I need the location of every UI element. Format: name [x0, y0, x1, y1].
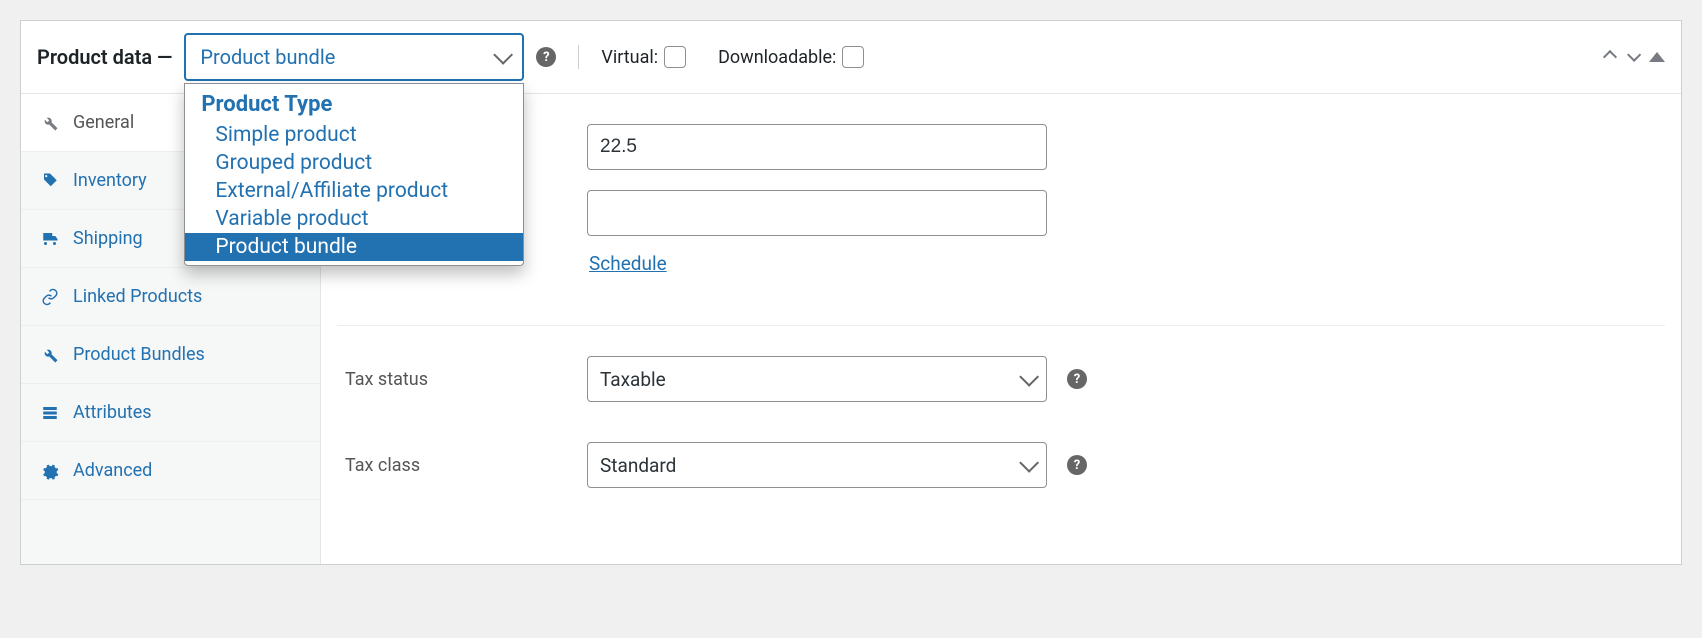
- tax-status-value: Taxable: [600, 368, 666, 391]
- downloadable-checkbox[interactable]: [842, 46, 864, 68]
- panel-header: Product data — Product bundle Product Ty…: [21, 21, 1681, 94]
- link-icon: [41, 288, 59, 306]
- schedule-link[interactable]: Schedule: [589, 252, 667, 275]
- collapse-toggle-icon[interactable]: [1649, 52, 1665, 62]
- chevron-down-icon: [494, 45, 514, 65]
- help-icon[interactable]: ?: [1067, 369, 1087, 389]
- product-data-panel: Product data — Product bundle Product Ty…: [20, 20, 1682, 565]
- tab-linked-products[interactable]: Linked Products: [21, 268, 320, 326]
- dropdown-option-grouped[interactable]: Grouped product: [185, 149, 523, 177]
- tab-label: Shipping: [73, 228, 143, 249]
- wrench-icon: [41, 114, 59, 132]
- help-icon[interactable]: ?: [1067, 455, 1087, 475]
- dropdown-group-label: Product Type: [185, 88, 523, 121]
- dropdown-option-external[interactable]: External/Affiliate product: [185, 177, 523, 205]
- tab-label: Linked Products: [73, 286, 202, 307]
- product-type-trigger[interactable]: Product bundle: [184, 33, 524, 81]
- section-divider: [337, 325, 1665, 326]
- chevron-down-icon: [1019, 367, 1039, 387]
- chevron-down-icon: [1019, 453, 1039, 473]
- tab-label: Attributes: [73, 402, 152, 423]
- dropdown-option-bundle[interactable]: Product bundle: [185, 233, 523, 261]
- tab-attributes[interactable]: Attributes: [21, 384, 320, 442]
- downloadable-group: Downloadable:: [718, 46, 864, 68]
- tax-status-select[interactable]: Taxable: [587, 356, 1047, 402]
- tax-status-row: Tax status Taxable ?: [337, 346, 1665, 412]
- help-icon[interactable]: ?: [536, 47, 556, 67]
- move-up-icon[interactable]: [1603, 50, 1617, 64]
- tab-label: Product Bundles: [73, 344, 205, 365]
- list-icon: [41, 404, 59, 422]
- virtual-label: Virtual:: [601, 47, 658, 68]
- sale-price-input[interactable]: [587, 190, 1047, 236]
- tab-product-bundles[interactable]: Product Bundles: [21, 326, 320, 384]
- tab-advanced[interactable]: Advanced: [21, 442, 320, 500]
- tab-label: General: [73, 112, 134, 133]
- tax-status-label: Tax status: [337, 369, 567, 390]
- tax-class-row: Tax class Standard ?: [337, 432, 1665, 498]
- sale-price-row: [337, 180, 1665, 246]
- tag-icon: [41, 172, 59, 190]
- product-type-dropdown: Product Type Simple product Grouped prod…: [184, 83, 524, 266]
- tab-label: Advanced: [73, 460, 152, 481]
- divider: [578, 45, 579, 69]
- content-area: Schedule Tax status Taxable ? Tax class …: [321, 94, 1681, 564]
- move-down-icon[interactable]: [1627, 48, 1641, 62]
- dropdown-option-simple[interactable]: Simple product: [185, 121, 523, 149]
- header-controls: [1605, 52, 1665, 62]
- product-type-value: Product bundle: [200, 45, 335, 69]
- gear-icon: [41, 462, 59, 480]
- wrench-icon: [41, 346, 59, 364]
- virtual-checkbox[interactable]: [664, 46, 686, 68]
- tax-class-value: Standard: [600, 454, 676, 477]
- downloadable-label: Downloadable:: [718, 47, 836, 68]
- tax-class-select[interactable]: Standard: [587, 442, 1047, 488]
- virtual-group: Virtual:: [601, 46, 686, 68]
- product-type-select: Product bundle Product Type Simple produ…: [184, 33, 524, 81]
- truck-icon: [41, 230, 59, 248]
- regular-price-row: [337, 114, 1665, 180]
- tab-label: Inventory: [73, 170, 147, 191]
- regular-price-input[interactable]: [587, 124, 1047, 170]
- panel-title: Product data —: [37, 45, 172, 69]
- tax-class-label: Tax class: [337, 455, 567, 476]
- dropdown-option-variable[interactable]: Variable product: [185, 205, 523, 233]
